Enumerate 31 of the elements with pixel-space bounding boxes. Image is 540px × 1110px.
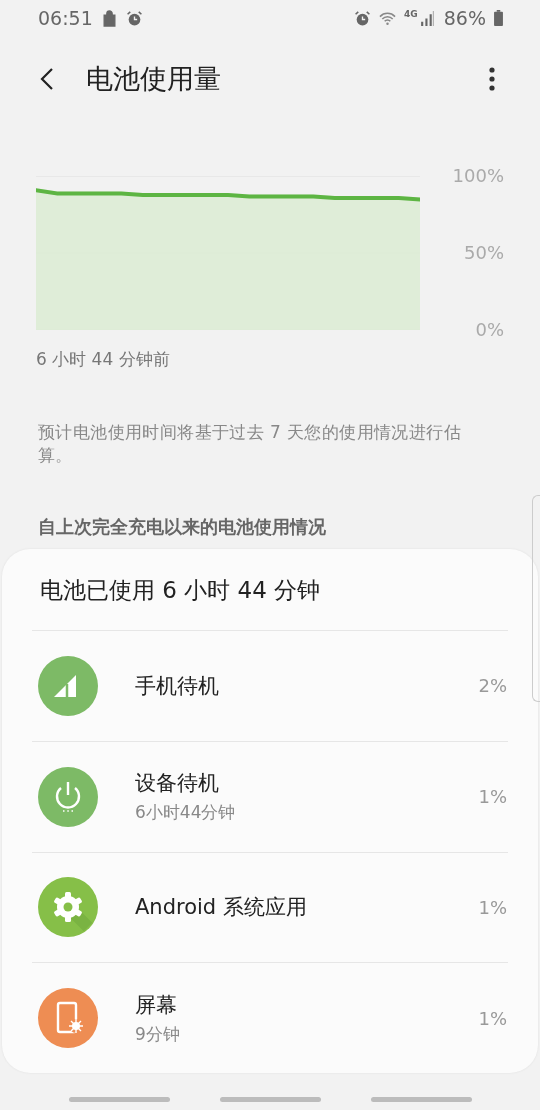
card-title: 电池已使用 6 小时 44 分钟 — [32, 549, 508, 631]
chart-start-label: 6 小时 44 分钟前 — [36, 348, 171, 371]
axis-tick-label: 100% — [452, 165, 504, 186]
page-title: 电池使用量 — [86, 62, 221, 96]
usage-item-duration: 6小时44分钟 — [135, 801, 237, 825]
estimate-note: 预计电池使用时间将基于过去 7 天您的使用情况进行估算。 — [38, 421, 463, 467]
usage-percent: 1% — [478, 896, 507, 918]
alarm-icon — [354, 9, 372, 27]
battery-percent: 86% — [443, 7, 486, 29]
usage-item-name: 手机待机 — [135, 672, 220, 700]
nav-handle[interactable] — [370, 1097, 472, 1102]
usage-item-duration: 9分钟 — [135, 1022, 181, 1046]
battery-icon — [494, 10, 503, 26]
more-icon[interactable] — [489, 67, 495, 91]
axis-tick-label: 0% — [475, 319, 504, 340]
alarm-icon — [125, 9, 143, 27]
usage-item-name: Android 系统应用 — [135, 894, 308, 922]
usage-percent: 1% — [478, 1007, 507, 1029]
usage-item-name: 设备待机 — [135, 770, 220, 798]
nav-handle[interactable] — [219, 1097, 321, 1102]
usage-percent: 1% — [478, 786, 507, 808]
usage-item-name: 屏幕 — [135, 991, 178, 1019]
nav-handle[interactable] — [68, 1097, 170, 1102]
section-heading: 自上次完全充电以来的电池使用情况 — [38, 515, 327, 539]
axis-tick-label: 50% — [464, 242, 504, 263]
usage-percent: 2% — [478, 675, 507, 697]
network-type: 4G — [404, 9, 418, 19]
signal-icon — [418, 9, 436, 27]
bag-icon — [100, 9, 118, 27]
clock: 06:51 — [38, 7, 93, 29]
back-icon[interactable] — [40, 67, 54, 91]
